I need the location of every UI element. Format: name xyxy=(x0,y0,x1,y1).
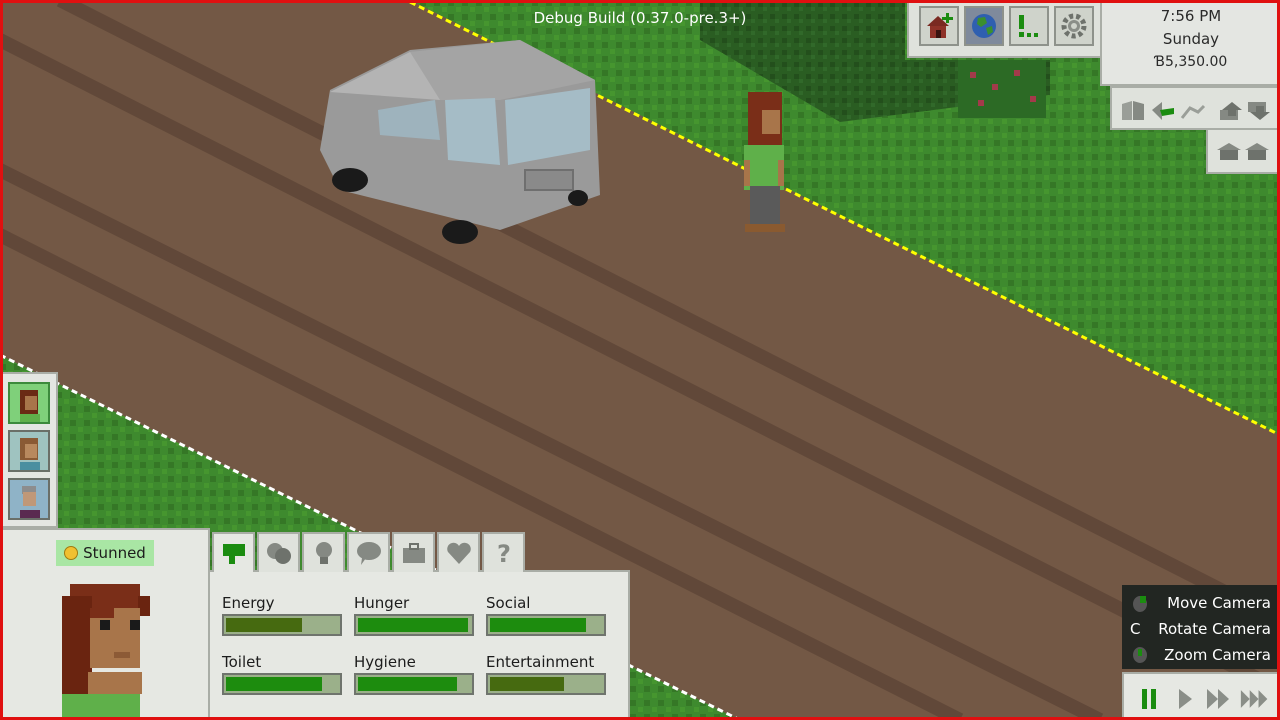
sim-face-icon xyxy=(20,486,40,518)
play-icon[interactable] xyxy=(1170,686,1200,712)
household-funds: Ɓ5,350.00 xyxy=(1154,54,1228,70)
need-hygiene: Hygiene xyxy=(354,653,474,695)
hint-zoom-camera: Zoom Camera xyxy=(1122,642,1280,668)
hint-rotate-camera: C Rotate Camera xyxy=(1122,616,1280,642)
rose-bush xyxy=(958,60,1046,118)
need-label: Hunger xyxy=(354,594,410,612)
view-toolbar xyxy=(1110,86,1280,130)
floor-down-icon[interactable] xyxy=(1246,100,1272,122)
household-portraits xyxy=(0,372,58,528)
career-tab[interactable] xyxy=(392,532,435,572)
gear-icon xyxy=(1061,13,1087,39)
need-label: Entertainment xyxy=(486,653,595,671)
mood-label: Stunned xyxy=(83,544,146,562)
need-fill xyxy=(226,618,303,632)
fastest-forward-icon[interactable] xyxy=(1240,686,1270,712)
globe-icon xyxy=(972,14,996,38)
heart-icon xyxy=(446,542,471,564)
pause-icon[interactable] xyxy=(1134,686,1164,712)
build-mode-button[interactable] xyxy=(919,6,959,46)
mood-tab[interactable] xyxy=(257,532,300,572)
roof-down-icon[interactable] xyxy=(1216,140,1242,162)
needs-icon xyxy=(222,544,245,564)
need-bar xyxy=(486,673,606,695)
walls-icon[interactable] xyxy=(1120,100,1146,122)
need-label: Hygiene xyxy=(354,653,416,671)
camera-hints: Move Camera C Rotate Camera Zoom Camera xyxy=(1122,585,1280,669)
sim-large-portrait xyxy=(62,584,150,720)
clock-time: 7:56 PM xyxy=(1160,7,1222,25)
alert-list-icon xyxy=(1019,15,1038,37)
mouse-wheel-icon xyxy=(1133,647,1147,663)
mode-toolbar xyxy=(907,0,1102,58)
need-bar xyxy=(354,673,474,695)
path-icon[interactable] xyxy=(1180,100,1206,122)
need-toilet: Toilet xyxy=(222,653,342,695)
question-icon: ? xyxy=(497,540,511,568)
speech-bubble-icon xyxy=(356,542,381,565)
fast-forward-icon[interactable] xyxy=(1204,686,1234,712)
skills-tab[interactable] xyxy=(302,532,345,572)
relationships-tab[interactable] xyxy=(347,532,390,572)
sim-face-icon xyxy=(20,438,40,470)
briefcase-icon xyxy=(402,543,425,563)
need-energy: Energy xyxy=(222,594,342,636)
hint-label: Zoom Camera xyxy=(1164,646,1271,664)
mood-badge[interactable]: Stunned xyxy=(56,540,154,566)
sim-portrait-1[interactable] xyxy=(8,382,50,424)
roof-up-icon[interactable] xyxy=(1244,140,1270,162)
svg-text:?: ? xyxy=(497,540,511,568)
hint-key: C xyxy=(1130,620,1141,638)
settings-button[interactable] xyxy=(1054,6,1094,46)
need-bar xyxy=(222,614,342,636)
hint-move-camera: Move Camera xyxy=(1122,590,1280,616)
world-mode-button[interactable] xyxy=(964,6,1004,46)
hint-label: Rotate Camera xyxy=(1158,620,1271,638)
help-tab[interactable]: ? xyxy=(482,532,525,572)
traits-tab[interactable] xyxy=(437,532,480,572)
need-label: Energy xyxy=(222,594,275,612)
sim-character xyxy=(744,92,785,232)
stunned-face-icon xyxy=(64,546,79,560)
hint-label: Move Camera xyxy=(1167,594,1271,612)
lightbulb-icon xyxy=(315,542,332,564)
house-add-icon xyxy=(927,13,953,38)
need-entertainment: Entertainment xyxy=(486,653,606,695)
need-label: Social xyxy=(486,594,531,612)
roof-toolbar xyxy=(1206,130,1280,174)
hand-icon[interactable] xyxy=(1150,100,1176,122)
clock-panel: 7:56 PM Sunday Ɓ5,350.00 xyxy=(1100,0,1280,86)
needs-panel: Energy Hunger Social Toilet Hygiene Ente… xyxy=(210,570,630,720)
floor-up-icon[interactable] xyxy=(1218,100,1244,122)
masks-icon xyxy=(266,543,291,564)
need-bar xyxy=(354,614,474,636)
need-fill xyxy=(226,677,323,691)
need-label: Toilet xyxy=(222,653,262,671)
mouse-right-icon xyxy=(1133,596,1147,612)
sim-portrait-2[interactable] xyxy=(8,430,50,472)
need-hunger: Hunger xyxy=(354,594,474,636)
needs-tab[interactable] xyxy=(212,532,255,572)
need-fill xyxy=(358,677,457,691)
need-social: Social xyxy=(486,594,606,636)
sim-face-icon xyxy=(20,390,40,422)
sim-info-panel: Stunned xyxy=(0,528,210,720)
events-button[interactable] xyxy=(1009,6,1049,46)
need-fill xyxy=(358,618,468,632)
need-fill xyxy=(490,677,564,691)
sim-info-tabs: ? xyxy=(212,532,525,572)
need-bar xyxy=(486,614,606,636)
clock-day: Sunday xyxy=(1162,30,1220,48)
need-bar xyxy=(222,673,342,695)
speed-controls xyxy=(1122,672,1280,720)
sim-portrait-3[interactable] xyxy=(8,478,50,520)
need-fill xyxy=(490,618,587,632)
